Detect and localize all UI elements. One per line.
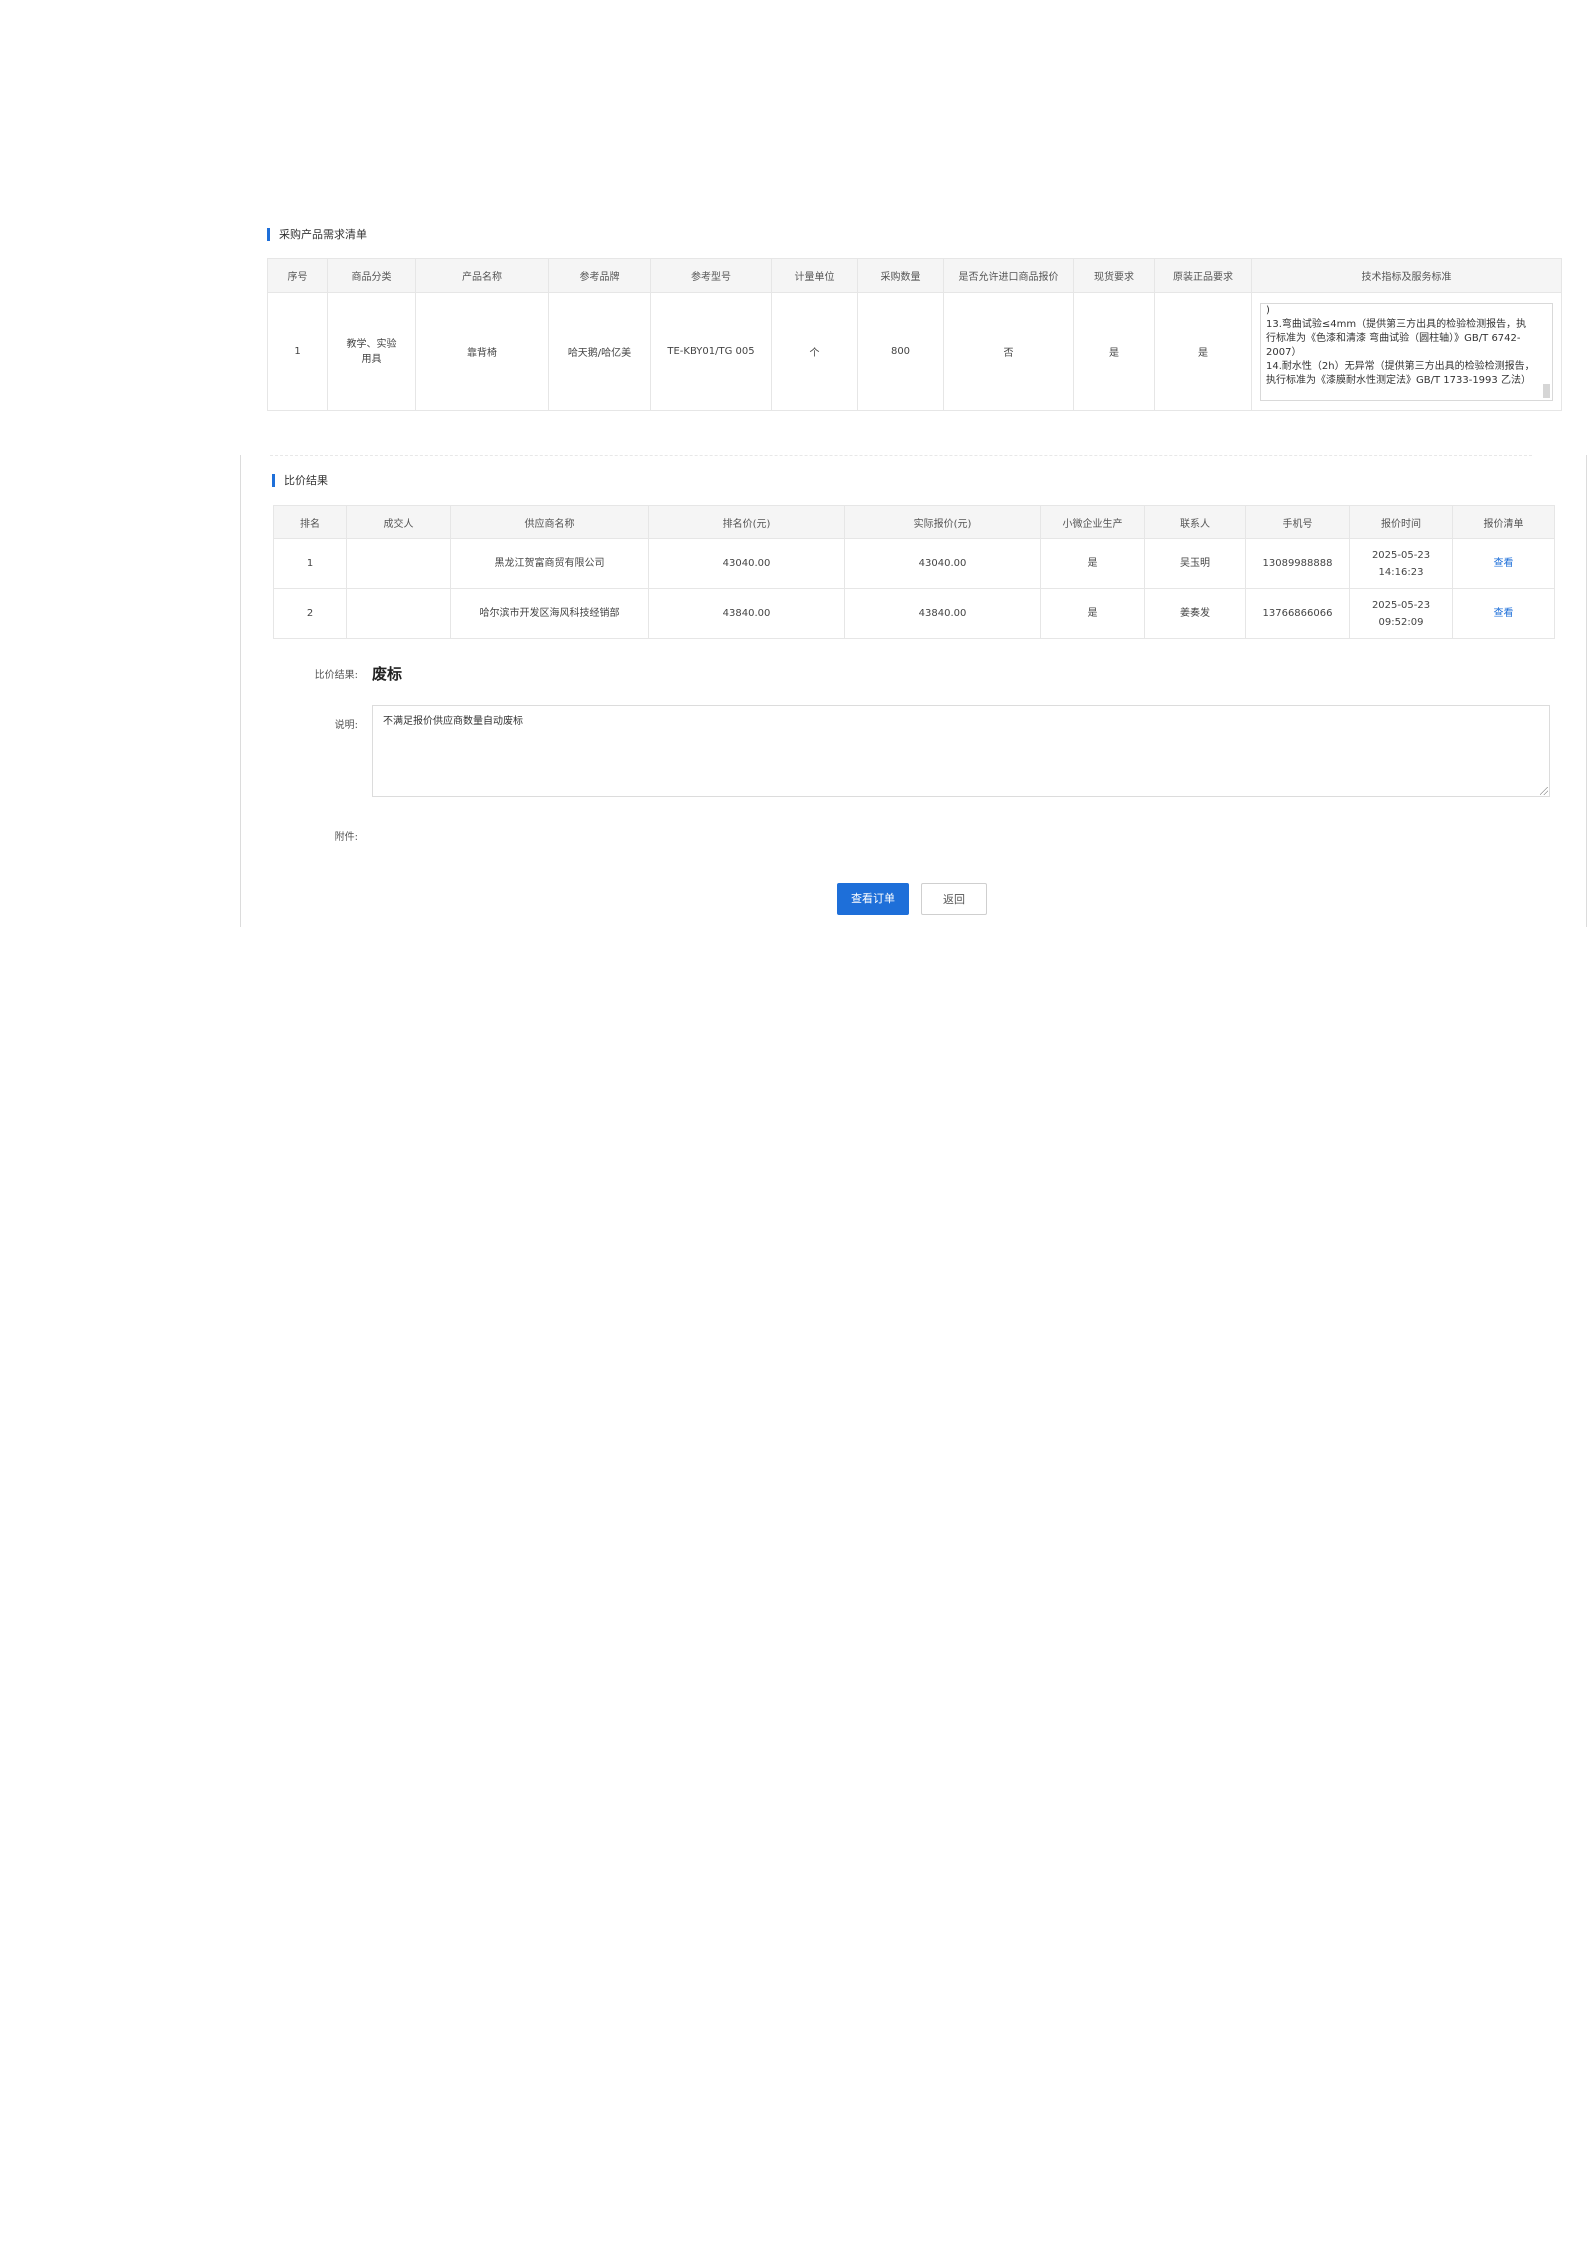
col-quantity: 采购数量 <box>857 258 944 293</box>
cell-rank-price: 43840.00 <box>648 588 845 639</box>
cell-quantity: 800 <box>857 292 944 411</box>
cell-phone: 13089988888 <box>1245 538 1350 589</box>
cell-quote-time: 2025-05-23 09:52:09 <box>1349 588 1453 639</box>
cell-rank: 1 <box>273 538 347 589</box>
cell-phone: 13766866066 <box>1245 588 1350 639</box>
comparison-table: 排名 成交人 供应商名称 排名价(元) 实际报价(元) 小微企业生产 联系人 手… <box>273 505 1555 639</box>
divider <box>270 455 1532 456</box>
comparison-section-title: 比价结果 <box>272 474 328 487</box>
demand-section-title: 采购产品需求清单 <box>267 228 367 241</box>
view-order-button[interactable]: 查看订单 <box>837 883 909 915</box>
result-value: 废标 <box>372 665 403 683</box>
col-unit: 计量单位 <box>771 258 858 293</box>
table-row: 1 教学、实验 用具 靠背椅 哈天鹅/哈亿美 TE-KBY01/TG 005 个… <box>267 292 1562 411</box>
quote-date: 2025-05-23 <box>1371 549 1431 561</box>
cell-supplier: 哈尔滨市开发区海风科技经销部 <box>450 588 649 639</box>
col-supplier: 供应商名称 <box>450 505 649 539</box>
col-brand: 参考品牌 <box>548 258 651 293</box>
cell-winner <box>346 588 451 639</box>
cell-rank: 2 <box>273 588 347 639</box>
spec-line: 13.弯曲试验≤4mm（提供第三方出具的检验检测报告，执行标准为《色漆和清漆 弯… <box>1266 318 1527 358</box>
cell-small-business: 是 <box>1040 588 1145 639</box>
cell-product: 靠背椅 <box>415 292 549 411</box>
desc-text: 不满足报价供应商数量自动废标 <box>383 716 523 727</box>
cell-quote-list: 查看 <box>1452 588 1555 639</box>
cell-actual-price: 43040.00 <box>844 538 1041 589</box>
cell-stock: 是 <box>1073 292 1155 411</box>
col-stock: 现货要求 <box>1073 258 1155 293</box>
spec-scroll-box[interactable]: ) 13.弯曲试验≤4mm（提供第三方出具的检验检测报告，执行标准为《色漆和清漆… <box>1260 302 1553 401</box>
cell-model: TE-KBY01/TG 005 <box>650 292 772 411</box>
back-button[interactable]: 返回 <box>921 883 987 915</box>
comparison-header-row: 排名 成交人 供应商名称 排名价(元) 实际报价(元) 小微企业生产 联系人 手… <box>273 505 1555 539</box>
quote-time: 14:16:23 <box>1378 566 1424 578</box>
cell-index: 1 <box>267 292 328 411</box>
cell-supplier: 黑龙江贺富商贸有限公司 <box>450 538 649 589</box>
col-quote-time: 报价时间 <box>1349 505 1453 539</box>
attach-label: 附件: <box>334 832 358 843</box>
col-rank-price: 排名价(元) <box>648 505 845 539</box>
demand-header-row: 序号 商品分类 产品名称 参考品牌 参考型号 计量单位 采购数量 是否允许进口商… <box>267 258 1562 293</box>
quote-time: 09:52:09 <box>1378 616 1424 628</box>
col-quote-list: 报价清单 <box>1452 505 1555 539</box>
view-quote-link[interactable]: 查看 <box>1494 608 1514 619</box>
col-small-business: 小微企业生产 <box>1040 505 1145 539</box>
cell-import: 否 <box>943 292 1074 411</box>
col-product: 产品名称 <box>415 258 549 293</box>
cell-contact: 吴玉明 <box>1144 538 1246 589</box>
col-index: 序号 <box>267 258 328 293</box>
col-category: 商品分类 <box>327 258 416 293</box>
col-genuine: 原装正品要求 <box>1154 258 1252 293</box>
cell-contact: 姜奏发 <box>1144 588 1246 639</box>
cell-actual-price: 43840.00 <box>844 588 1041 639</box>
demand-table: 序号 商品分类 产品名称 参考品牌 参考型号 计量单位 采购数量 是否允许进口商… <box>267 258 1562 411</box>
spec-scrollbar[interactable] <box>1543 383 1550 398</box>
col-contact: 联系人 <box>1144 505 1246 539</box>
view-quote-link[interactable]: 查看 <box>1494 558 1514 569</box>
cell-quote-list: 查看 <box>1452 538 1555 589</box>
result-label: 比价结果: <box>314 670 358 681</box>
resize-grip-icon[interactable] <box>1540 787 1548 795</box>
col-model: 参考型号 <box>650 258 772 293</box>
cell-rank-price: 43040.00 <box>648 538 845 589</box>
col-rank: 排名 <box>273 505 347 539</box>
cell-small-business: 是 <box>1040 538 1145 589</box>
cell-winner <box>346 538 451 589</box>
cell-spec: ) 13.弯曲试验≤4mm（提供第三方出具的检验检测报告，执行标准为《色漆和清漆… <box>1251 292 1562 411</box>
col-phone: 手机号 <box>1245 505 1350 539</box>
spec-line: ) <box>1266 304 1270 316</box>
cell-brand: 哈天鹅/哈亿美 <box>548 292 651 411</box>
table-row: 2 哈尔滨市开发区海风科技经销部 43840.00 43840.00 是 姜奏发… <box>273 588 1555 639</box>
desc-textarea[interactable]: 不满足报价供应商数量自动废标 <box>372 705 1550 797</box>
spec-line: 14.耐水性（2h）无异常（提供第三方出具的检验检测报告，执行标准为《漆膜耐水性… <box>1266 360 1535 386</box>
quote-date: 2025-05-23 <box>1371 599 1431 611</box>
cell-unit: 个 <box>771 292 858 411</box>
table-row: 1 黑龙江贺富商贸有限公司 43040.00 43040.00 是 吴玉明 13… <box>273 538 1555 589</box>
col-actual-price: 实际报价(元) <box>844 505 1041 539</box>
cell-category: 教学、实验 用具 <box>327 292 416 411</box>
cell-quote-time: 2025-05-23 14:16:23 <box>1349 538 1453 589</box>
col-spec: 技术指标及服务标准 <box>1251 258 1562 293</box>
desc-label: 说明: <box>334 720 358 731</box>
col-winner: 成交人 <box>346 505 451 539</box>
cell-genuine: 是 <box>1154 292 1252 411</box>
col-import: 是否允许进口商品报价 <box>943 258 1074 293</box>
